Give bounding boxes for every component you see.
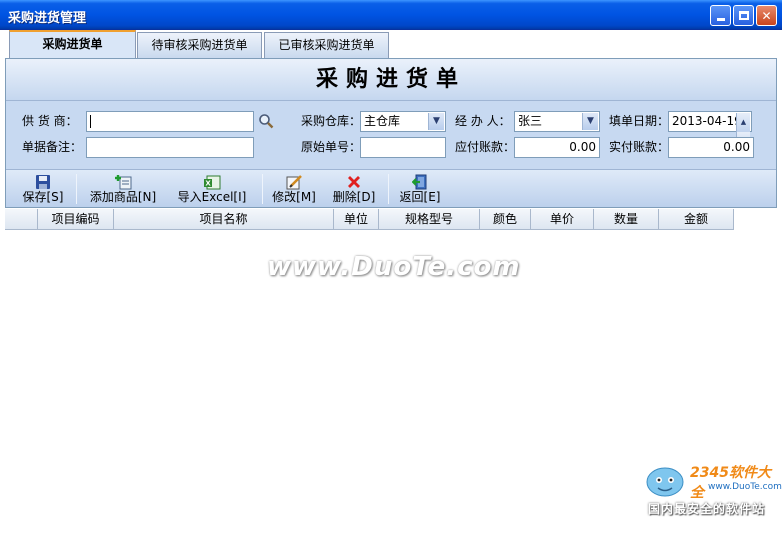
- column-header[interactable]: 项目编码: [38, 209, 114, 230]
- title-bar: 采购进货管理 ✕: [0, 0, 782, 30]
- close-icon: ✕: [761, 8, 772, 23]
- fill-date-picker[interactable]: 2013-04-19▲▼: [668, 111, 752, 151]
- add-product-icon: [115, 175, 132, 190]
- back-button[interactable]: 返回[E]: [396, 172, 444, 206]
- site-text: www.DuoTe.com: [708, 482, 782, 492]
- red-x-icon: [348, 176, 360, 188]
- column-header[interactable]: 单位: [334, 209, 379, 230]
- minimize-icon: [716, 18, 725, 21]
- delete-label: 删除[D]: [332, 190, 376, 204]
- chevron-down-icon[interactable]: ▼: [582, 113, 598, 130]
- form-panel: 采购进货单 供 货 商： 采购仓库： 主仓库 ▼ 经 办 人： 张三 ▼ 填单日期：…: [5, 58, 777, 208]
- close-button[interactable]: ✕: [756, 5, 777, 26]
- paid-input[interactable]: 0.00: [668, 137, 754, 158]
- maximize-icon: [738, 11, 749, 20]
- save-label: 保存[S]: [22, 190, 64, 204]
- modify-button[interactable]: 修改[M]: [270, 172, 318, 206]
- paid-label: 实付账款：: [609, 140, 670, 154]
- text-cursor: [90, 115, 91, 128]
- minimize-button[interactable]: [710, 5, 731, 26]
- window-title: 采购进货管理: [8, 11, 87, 26]
- remarks-label: 单据备注：: [22, 140, 83, 154]
- app-window: 采购进货管理 ✕ 采购进货单 待审核采购进货单 已审核采购进货单 采购进货单 供…: [0, 0, 782, 536]
- maximize-button[interactable]: [733, 5, 754, 26]
- original-no-input[interactable]: [360, 137, 446, 158]
- delete-button[interactable]: 删除[D]: [330, 172, 378, 206]
- slogan-text: 国内最安全的软件站: [648, 502, 766, 516]
- column-header[interactable]: 金额: [659, 209, 734, 230]
- add-product-button[interactable]: 添加商品[N]: [86, 172, 160, 206]
- warehouse-label: 采购仓库：: [301, 114, 362, 128]
- handler-label: 经 办 人：: [455, 114, 511, 128]
- toolbar: 保存[S] 添加商品[N] X 导入Excel[I] 修改[M] 删除[D] 返…: [6, 169, 776, 207]
- original-no-label: 原始单号：: [301, 140, 362, 154]
- toolbar-separator: [388, 174, 389, 204]
- excel-import-icon: X: [204, 175, 221, 190]
- handler-value: 张三: [518, 114, 543, 128]
- column-header[interactable]: 数量: [594, 209, 659, 230]
- payable-label: 应付账款：: [455, 140, 516, 154]
- modify-label: 修改[M]: [272, 190, 316, 204]
- tab-purchase-receipt[interactable]: 采购进货单: [9, 30, 136, 58]
- column-header[interactable]: 颜色: [480, 209, 531, 230]
- search-icon[interactable]: [258, 113, 274, 132]
- warehouse-select[interactable]: 主仓库 ▼: [360, 111, 446, 132]
- form-heading: 采购进货单: [6, 59, 776, 101]
- import-excel-label: 导入Excel[I]: [177, 190, 247, 204]
- import-excel-button[interactable]: X 导入Excel[I]: [172, 172, 252, 206]
- date-spinner[interactable]: ▲▼: [736, 113, 750, 151]
- mascot-icon: [646, 467, 684, 497]
- handler-select[interactable]: 张三 ▼: [514, 111, 600, 132]
- tab-reviewed[interactable]: 已审核采购进货单: [264, 32, 389, 58]
- site-logo: 2345软件大全 www.DuoTe.com 国内最安全的软件站: [640, 460, 782, 532]
- column-header[interactable]: 项目名称: [114, 209, 334, 230]
- toolbar-separator: [262, 174, 263, 204]
- row-indicator-header: [5, 209, 38, 230]
- edit-icon: [286, 175, 302, 190]
- save-button[interactable]: 保存[S]: [20, 172, 66, 206]
- chevron-down-icon[interactable]: ▼: [428, 113, 444, 130]
- svg-text:X: X: [205, 180, 211, 188]
- tab-pending-review[interactable]: 待审核采购进货单: [137, 32, 262, 58]
- floppy-disk-icon: [36, 175, 50, 189]
- add-product-label: 添加商品[N]: [89, 190, 157, 204]
- fill-date-label: 填单日期：: [609, 114, 670, 128]
- payable-input[interactable]: 0.00: [514, 137, 600, 158]
- grid-header: 项目编码 项目名称 单位 规格型号 颜色 单价 数量 金额: [5, 209, 734, 230]
- tab-strip: 采购进货单 待审核采购进货单 已审核采购进货单: [0, 30, 782, 58]
- fill-date-value: 2013-04-19: [672, 114, 742, 128]
- warehouse-value: 主仓库: [364, 114, 401, 128]
- supplier-label: 供 货 商：: [22, 114, 78, 128]
- supplier-input[interactable]: [86, 111, 254, 132]
- column-header[interactable]: 单价: [531, 209, 594, 230]
- remarks-input[interactable]: [86, 137, 254, 158]
- toolbar-separator: [76, 174, 77, 204]
- exit-door-icon: [412, 174, 427, 190]
- watermark-text: www.DuoTe.com: [267, 252, 521, 282]
- column-header[interactable]: 规格型号: [379, 209, 480, 230]
- spin-up-icon[interactable]: ▲: [736, 113, 750, 132]
- back-label: 返回[E]: [399, 190, 441, 204]
